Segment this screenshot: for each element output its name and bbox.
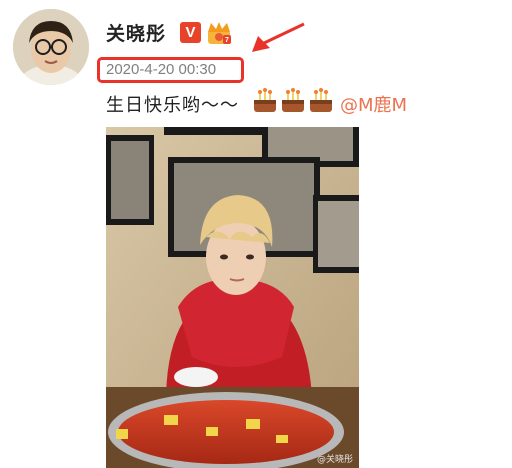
crown-badge-icon: 7 (208, 22, 231, 44)
post-text: 生日快乐哟～～ (106, 95, 239, 116)
photo-watermark: @关晓彤 (316, 455, 353, 465)
svg-text:7: 7 (225, 37, 229, 44)
post-photo[interactable]: @关晓彤 (106, 127, 359, 468)
post-timestamp[interactable]: 2020-4-20 00:30 (106, 61, 216, 78)
birthday-cake-icon (254, 88, 332, 112)
verified-v-icon: V (180, 22, 201, 43)
mention-link[interactable]: @M鹿M (340, 91, 407, 117)
avatar[interactable] (13, 9, 89, 85)
username[interactable]: 关晓彤 (106, 19, 166, 46)
annotation-arrow (252, 22, 305, 52)
